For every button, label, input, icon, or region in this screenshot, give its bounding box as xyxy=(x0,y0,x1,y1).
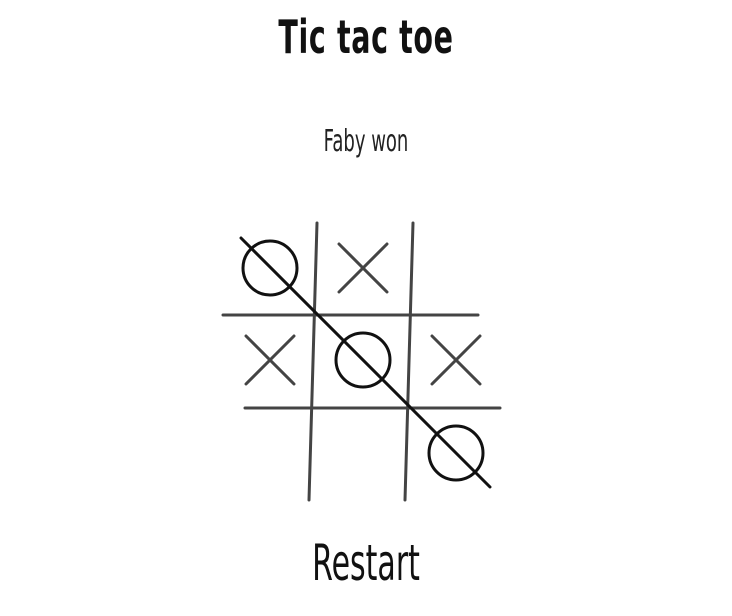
board-cell-3-1[interactable] xyxy=(224,407,316,499)
restart-button[interactable]: Restart xyxy=(146,534,585,592)
board-cell-3-2[interactable] xyxy=(317,407,409,499)
board-cell-1-3[interactable] xyxy=(410,222,502,314)
game-board xyxy=(221,221,502,502)
